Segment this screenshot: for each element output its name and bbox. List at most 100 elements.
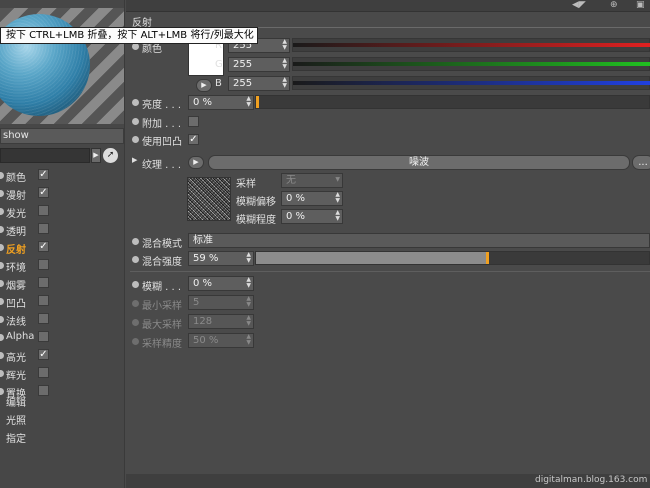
window-icon[interactable]: ▣	[636, 0, 645, 10]
brightness-slider[interactable]	[255, 95, 650, 109]
brightness-value: 0 %	[193, 97, 213, 108]
channel-checkbox[interactable]	[38, 313, 49, 324]
channel-dot-icon	[0, 370, 4, 377]
mix-strength-keyframe-dot[interactable]	[132, 256, 139, 263]
mix-strength-slider[interactable]	[255, 251, 650, 265]
channel-checkbox[interactable]	[38, 385, 49, 396]
texture-more-button[interactable]: ...	[632, 155, 650, 170]
brightness-input[interactable]: 0 % ▲ ▼	[188, 95, 254, 110]
channel-checkbox[interactable]	[38, 259, 49, 270]
channel-item[interactable]: 辉光	[0, 365, 124, 382]
texture-menu-button[interactable]: ▶	[188, 156, 204, 169]
arrows-icon[interactable]: ◀◤	[572, 0, 586, 10]
brightness-handle[interactable]	[256, 96, 259, 108]
channel-checkbox[interactable]: ✓	[38, 349, 49, 360]
use-bump-keyframe-dot[interactable]	[132, 136, 139, 143]
spinner-icon[interactable]: ▲ ▼	[335, 192, 340, 204]
brightness-keyframe-dot[interactable]	[132, 99, 139, 106]
channel-checkbox[interactable]	[38, 367, 49, 378]
spinner-icon[interactable]: ▲ ▼	[246, 296, 251, 308]
spinner-icon[interactable]: ▲ ▼	[282, 39, 287, 51]
min-samples-input[interactable]: 5 ▲ ▼	[188, 295, 254, 310]
spinner-icon[interactable]: ▲ ▼	[246, 315, 251, 327]
max-samples-keyframe-dot[interactable]	[132, 319, 139, 326]
expand-arrow-icon[interactable]: ▶	[132, 156, 137, 164]
channel-item[interactable]: 漫射 ✓	[0, 185, 124, 202]
color-keyframe-dot[interactable]	[132, 43, 139, 50]
play-arrow-icon[interactable]: ▶	[91, 148, 101, 163]
channel-checkbox[interactable]: ✓	[38, 169, 49, 180]
channel-checkbox[interactable]	[38, 223, 49, 234]
spinner-icon[interactable]: ▲ ▼	[246, 252, 251, 264]
channel-checkbox[interactable]	[38, 331, 49, 342]
spinner-icon[interactable]: ▲ ▼	[282, 58, 287, 70]
channel-checkbox[interactable]	[38, 205, 49, 216]
channel-item[interactable]: 高光 ✓	[0, 347, 124, 364]
sample-accuracy-keyframe-dot[interactable]	[132, 338, 139, 345]
channel-checkbox[interactable]	[38, 295, 49, 306]
blur-input[interactable]: 0 % ▲ ▼	[188, 276, 254, 291]
channel-label: 透明	[6, 227, 26, 238]
channel-item[interactable]: 反射 ✓	[0, 239, 124, 256]
material-preview	[0, 8, 124, 124]
blur-scale-input[interactable]: 0 % ▲ ▼	[281, 209, 343, 224]
channel-dot-icon	[0, 172, 4, 179]
sample-accuracy-input[interactable]: 50 % ▲ ▼	[188, 333, 254, 348]
additive-keyframe-dot[interactable]	[132, 118, 139, 125]
lock-icon[interactable]: ⊕	[610, 0, 618, 10]
channel-item[interactable]: 颜色 ✓	[0, 167, 124, 184]
blur-keyframe-dot[interactable]	[132, 281, 139, 288]
watermark: digitalman.blog.163.com	[535, 475, 648, 485]
channel-item[interactable]: 发光	[0, 203, 124, 220]
mix-mode-keyframe-dot[interactable]	[132, 238, 139, 245]
max-samples-label: 最大采样	[142, 320, 182, 331]
channel-item-assign[interactable]: 指定	[6, 430, 26, 445]
material-name[interactable]: show	[0, 128, 124, 144]
spinner-icon[interactable]: ▲ ▼	[246, 334, 251, 346]
additive-label: 附加 . . .	[142, 119, 182, 130]
color-picker-button[interactable]: ▶	[196, 79, 212, 92]
r-gradient	[293, 43, 650, 47]
checkmark-icon: ✓	[39, 169, 48, 180]
channel-item[interactable]: Alpha	[0, 329, 124, 346]
chevron-down-icon[interactable]: ▼	[335, 177, 340, 183]
sampling-label: 采样	[236, 179, 256, 190]
sampling-select[interactable]: 无 ▼	[281, 173, 343, 188]
sample-accuracy-label: 采样精度	[142, 339, 182, 350]
b-gradient	[293, 81, 650, 85]
channel-checkbox[interactable]	[38, 277, 49, 288]
channel-item[interactable]: 环境	[0, 257, 124, 274]
channel-item[interactable]: 凹凸	[0, 293, 124, 310]
channel-item-edit[interactable]: 编辑	[6, 394, 26, 409]
spinner-icon[interactable]: ▲ ▼	[246, 96, 251, 108]
use-bump-label: 使用凹凸	[142, 137, 182, 148]
max-samples-input[interactable]: 128 ▲ ▼	[188, 314, 254, 329]
spinner-icon[interactable]: ▲ ▼	[282, 77, 287, 89]
channel-item[interactable]: 透明	[0, 221, 124, 238]
channel-checkbox[interactable]: ✓	[38, 241, 49, 252]
pick-cursor-icon[interactable]: ➚	[103, 148, 118, 163]
min-samples-keyframe-dot[interactable]	[132, 300, 139, 307]
checkmark-icon: ✓	[39, 241, 48, 252]
channel-dot-icon	[0, 208, 4, 215]
channel-item-illumination[interactable]: 光照	[6, 412, 26, 427]
g-input[interactable]: 255 ▲ ▼	[228, 57, 290, 72]
material-name-field[interactable]	[0, 148, 90, 163]
use-bump-checkbox[interactable]: ✓	[188, 134, 199, 145]
b-input[interactable]: 255 ▲ ▼	[228, 76, 290, 91]
mix-strength-handle[interactable]	[486, 252, 489, 264]
blur-value: 0 %	[193, 278, 213, 289]
channel-item[interactable]: 法线	[0, 311, 124, 328]
channel-checkbox[interactable]: ✓	[38, 187, 49, 198]
channel-label: 环境	[6, 263, 26, 274]
blur-offset-input[interactable]: 0 % ▲ ▼	[281, 191, 343, 206]
spinner-icon[interactable]: ▲ ▼	[335, 210, 340, 222]
mix-strength-input[interactable]: 59 % ▲ ▼	[188, 251, 254, 266]
channel-label: 发光	[6, 209, 26, 220]
spinner-icon[interactable]: ▲ ▼	[246, 277, 251, 289]
channel-label: Alpha	[6, 331, 35, 342]
texture-noise-button[interactable]: 噪波	[208, 155, 630, 170]
mix-mode-select[interactable]: 标准	[188, 233, 650, 248]
additive-checkbox[interactable]	[188, 116, 199, 127]
channel-item[interactable]: 烟雾	[0, 275, 124, 292]
